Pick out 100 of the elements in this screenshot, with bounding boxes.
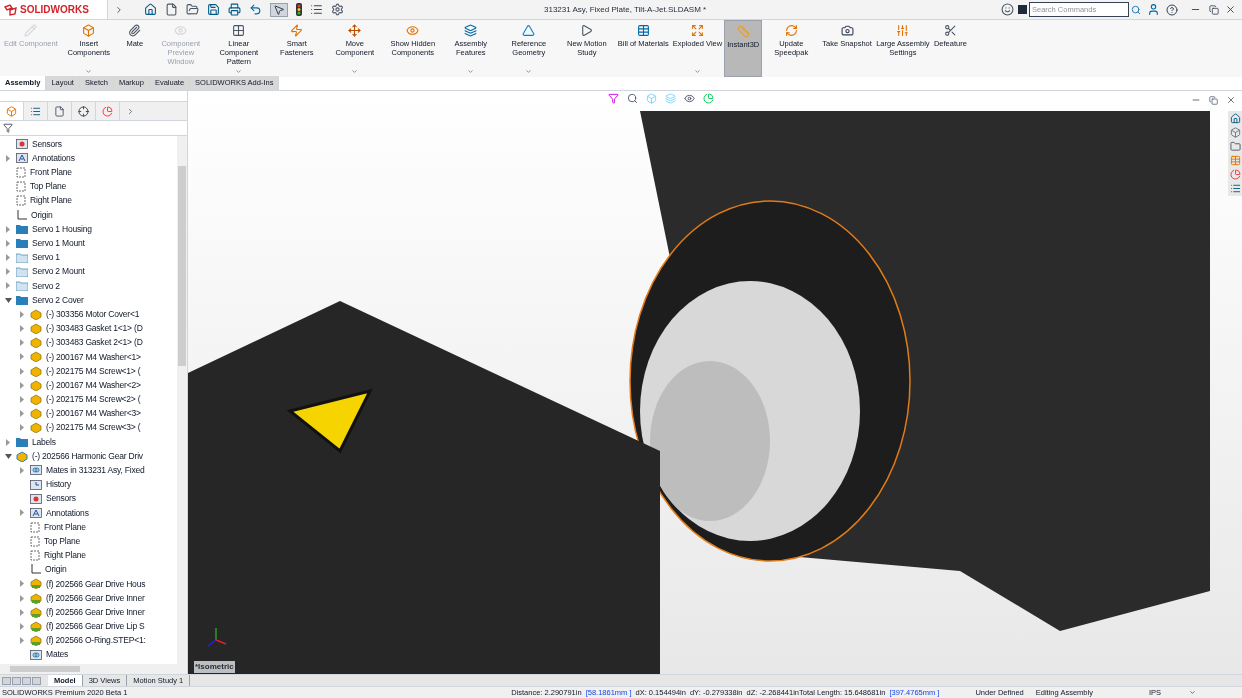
tree-item[interactable]: (-) 303483 Gasket 2<1> (D — [46, 336, 143, 350]
section-view-icon[interactable] — [665, 93, 676, 104]
tree-item[interactable]: Servo 1 — [32, 251, 60, 264]
expand-arrow-icon[interactable] — [20, 395, 24, 403]
zoom-icon[interactable] — [627, 93, 638, 104]
expand-arrow-icon[interactable] — [20, 381, 24, 389]
expand-arrow-icon[interactable] — [6, 254, 10, 262]
expand-arrow-icon[interactable] — [20, 637, 24, 645]
tree-item[interactable]: Labels — [32, 435, 56, 449]
expand-arrow-icon[interactable] — [20, 594, 24, 602]
tree-item[interactable]: (-) 202175 M4 Screw<2> ( — [46, 393, 141, 406]
expand-arrow-icon[interactable] — [20, 325, 24, 333]
dropdown-caret-icon[interactable] — [351, 68, 359, 75]
dropdown-caret-icon[interactable] — [467, 68, 475, 75]
collapse-arrow-icon[interactable] — [4, 453, 12, 459]
tree-item[interactable]: Origin — [31, 208, 53, 222]
smiley-icon[interactable] — [1001, 3, 1014, 16]
tree-item[interactable]: Right Plane — [30, 194, 72, 208]
filter-icon[interactable] — [3, 123, 13, 133]
tree-item[interactable]: (-) 200167 M4 Washer<3> — [46, 407, 141, 421]
units-caret-icon[interactable] — [1189, 689, 1196, 696]
user-icon[interactable] — [1147, 3, 1160, 16]
expand-arrow-icon[interactable] — [20, 622, 24, 630]
filter-icon[interactable] — [608, 93, 619, 104]
expand-arrow-icon[interactable] — [20, 608, 24, 616]
tree-item[interactable]: Servo 2 Cover — [32, 293, 84, 307]
tree-item[interactable]: Servo 2 Mount — [32, 265, 85, 279]
tree-item[interactable]: (f) 202566 Gear Drive Inner — [46, 605, 145, 619]
list-icon[interactable] — [310, 3, 323, 16]
tree-item[interactable]: Mates in 313231 Asy, Fixed — [46, 464, 145, 477]
expand-arrow-icon[interactable] — [6, 438, 10, 446]
appearance-icon[interactable] — [703, 93, 714, 104]
tree-item[interactable]: (-) 303356 Motor Cover<1 — [46, 307, 140, 321]
expand-arrow-icon[interactable] — [20, 509, 24, 517]
tree-item[interactable]: Servo 1 Mount — [32, 237, 85, 250]
app-logo[interactable]: SOLIDWORKS — [0, 0, 108, 19]
search-icon[interactable] — [1131, 4, 1141, 15]
tree-item[interactable]: Annotations — [32, 151, 75, 165]
help-icon[interactable] — [1166, 3, 1178, 16]
expand-arrow-icon[interactable] — [20, 580, 24, 588]
expand-arrow-icon[interactable] — [20, 367, 24, 375]
tree-item[interactable]: Servo 1 Housing — [32, 222, 92, 236]
tree-item[interactable]: (-) 200167 M4 Washer<2> — [46, 378, 141, 392]
tree-item[interactable]: (-) 202175 M4 Screw<3> ( — [46, 421, 141, 435]
new-file-icon[interactable] — [165, 3, 178, 16]
print-icon[interactable] — [228, 3, 241, 16]
expand-arrow-icon[interactable] — [20, 466, 24, 474]
tree-item[interactable]: (-) 200167 M4 Washer<1> — [46, 350, 141, 364]
tree-item[interactable]: Annotations — [46, 506, 89, 520]
dropdown-caret-icon[interactable] — [235, 68, 243, 75]
collapse-arrow-icon[interactable] — [4, 297, 12, 303]
expand-menu-icon[interactable] — [114, 4, 124, 15]
tree-item[interactable]: Mates — [46, 648, 69, 662]
tree-item[interactable]: History — [46, 478, 72, 491]
restore-icon[interactable] — [1209, 4, 1219, 15]
open-folder-icon[interactable] — [186, 3, 199, 16]
tree-item[interactable]: Right Plane — [44, 549, 86, 562]
tree-item[interactable]: Servo 2 — [32, 279, 60, 293]
horizontal-scrollbar[interactable] — [0, 664, 187, 674]
expand-arrow-icon[interactable] — [20, 310, 24, 318]
expand-arrow-icon[interactable] — [6, 282, 10, 290]
more-tabs-icon[interactable] — [126, 106, 135, 116]
expand-arrow-icon[interactable] — [6, 154, 10, 162]
list-icon[interactable] — [1229, 183, 1241, 194]
dropdown-caret-icon[interactable] — [85, 68, 93, 75]
restore-icon[interactable] — [1209, 95, 1218, 105]
undo-icon[interactable] — [249, 3, 262, 16]
home-icon[interactable] — [144, 3, 157, 16]
expand-arrow-icon[interactable] — [20, 424, 24, 432]
tree-item[interactable]: (-) 202175 M4 Screw<1> ( — [46, 364, 141, 378]
tree-item[interactable]: (f) 202566 Gear Drive Hous — [46, 577, 146, 591]
expand-arrow-icon[interactable] — [20, 339, 24, 347]
close-icon[interactable] — [1226, 95, 1236, 105]
expand-arrow-icon[interactable] — [6, 268, 10, 276]
dropdown-caret-icon[interactable] — [525, 68, 533, 75]
tree-item[interactable]: Front Plane — [44, 520, 86, 534]
tree-item[interactable]: (-) 303483 Gasket 1<1> (D — [46, 322, 143, 335]
feature-tree-tab[interactable] — [0, 102, 24, 120]
home-icon[interactable] — [1229, 113, 1241, 124]
tree-item[interactable]: Sensors — [32, 137, 62, 151]
select-tool-button[interactable] — [270, 2, 288, 17]
expand-arrow-icon[interactable] — [6, 225, 10, 233]
expand-arrow-icon[interactable] — [6, 239, 10, 247]
tree-item[interactable]: (-) 202566 Harmonic Gear Driv — [32, 449, 143, 463]
tree-item[interactable]: Top Plane — [44, 534, 80, 548]
tree-item[interactable]: (f) 202566 Gear Drive Inner — [46, 591, 145, 605]
tree-item[interactable]: Origin — [45, 563, 67, 577]
library-icon[interactable] — [1229, 127, 1241, 138]
traffic-light-icon[interactable] — [296, 3, 302, 16]
dropdown-caret-icon[interactable] — [693, 68, 701, 75]
table-icon[interactable] — [1229, 155, 1241, 166]
folder-icon[interactable] — [1229, 141, 1241, 152]
tree-item[interactable]: Top Plane — [30, 180, 66, 194]
view-cube-icon[interactable] — [646, 93, 657, 104]
expand-arrow-icon[interactable] — [20, 353, 24, 361]
display-style-icon[interactable] — [684, 93, 695, 104]
settings-icon[interactable] — [331, 3, 344, 16]
tree-item[interactable]: Front Plane — [30, 166, 72, 179]
expand-arrow-icon[interactable] — [20, 410, 24, 418]
tree-item[interactable]: Sensors — [46, 492, 76, 506]
